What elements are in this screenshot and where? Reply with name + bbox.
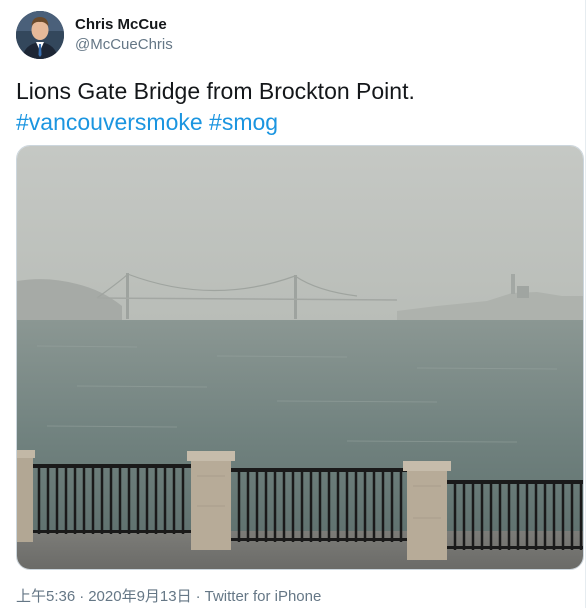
tweet-card: Chris McCue @McCueChris Lions Gate Bridg… <box>0 0 586 608</box>
hashtag-line: #vancouversmoke #smog <box>16 107 576 138</box>
tweet-text: Lions Gate Bridge from Brockton Point. #… <box>16 76 576 138</box>
author-names: Chris McCue @McCueChris <box>75 15 173 55</box>
tweet-date[interactable]: 2020年9月13日 <box>88 588 191 605</box>
meta-separator: · <box>195 588 201 605</box>
tweet-time[interactable]: 上午5:36 <box>16 588 75 605</box>
display-name[interactable]: Chris McCue <box>75 15 173 35</box>
lions-gate-bridge-photo-icon <box>17 146 583 569</box>
profile-photo-icon <box>16 11 64 59</box>
tweet-source[interactable]: Twitter for iPhone <box>205 588 322 605</box>
tweet-body: Lions Gate Bridge from Brockton Point. <box>16 78 415 104</box>
hashtag-vancouversmoke[interactable]: #vancouversmoke <box>16 109 203 135</box>
user-handle[interactable]: @McCueChris <box>75 35 173 55</box>
tweet-meta: 上午5:36 · 2020年9月13日 · Twitter for iPhone <box>16 588 321 606</box>
tweet-photo[interactable] <box>16 145 584 570</box>
avatar[interactable] <box>16 11 64 59</box>
hashtag-smog[interactable]: #smog <box>209 109 278 135</box>
meta-separator: · <box>79 588 85 605</box>
tweet-header: Chris McCue @McCueChris <box>16 11 173 59</box>
